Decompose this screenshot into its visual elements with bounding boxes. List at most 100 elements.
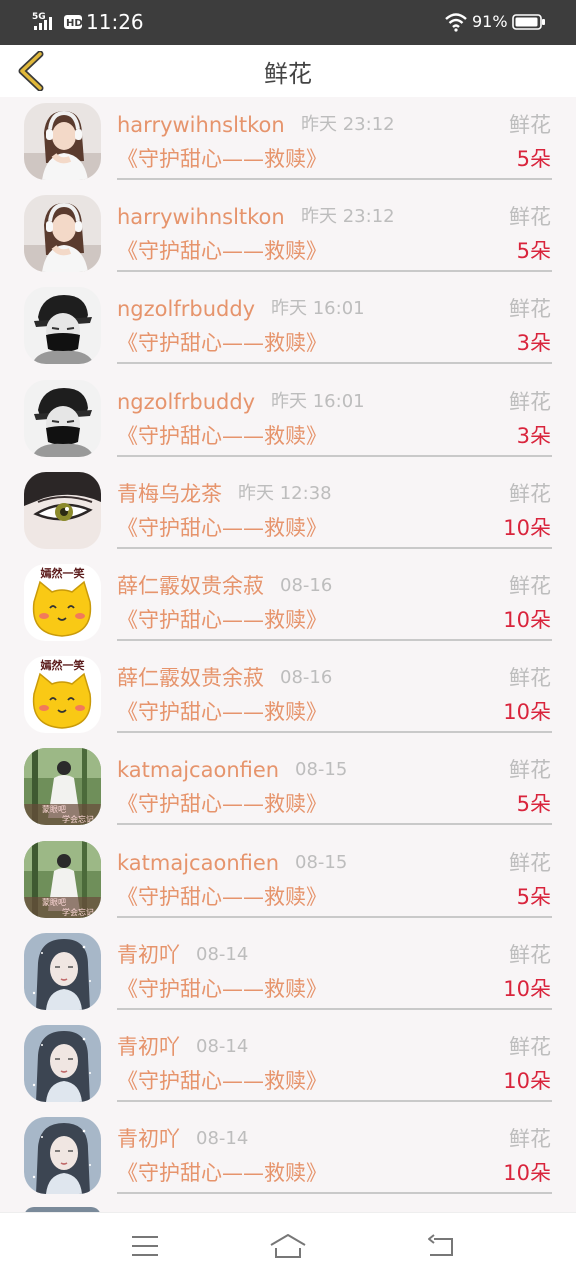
avatar[interactable] <box>24 103 101 180</box>
book-title-link[interactable]: 《守护甜心——救赎》 <box>117 790 327 818</box>
gift-quantity: 10朵 <box>503 700 551 724</box>
gift-type: 鲜花 <box>509 574 551 598</box>
gift-type: 鲜花 <box>509 666 551 690</box>
list-item[interactable]: ngzolfrbuddy 昨天 16:01 鲜花《守护甜心——救赎》 3朵 <box>0 281 576 373</box>
gift-quantity: 10朵 <box>503 977 551 1001</box>
battery-icon <box>512 14 545 30</box>
username[interactable]: 薛仁霰奴贵余菽 <box>117 572 264 600</box>
list-item[interactable]: 青初吖 08-14 鲜花 《守护甜心——救赎》 10朵 <box>0 1111 576 1203</box>
avatar[interactable] <box>24 195 101 272</box>
timestamp: 08-15 <box>295 852 348 873</box>
avatar[interactable]: 蒙眼吧 学会忘记 <box>24 841 101 918</box>
book-title-link[interactable]: 《守护甜心——救赎》 <box>117 883 327 911</box>
list-item[interactable]: 青初吖 08-14 鲜花 《守护甜心——救赎》 10朵 <box>0 1019 576 1111</box>
gift-quantity: 5朵 <box>516 885 551 909</box>
username[interactable]: 薛仁霰奴贵余菽 <box>117 664 264 692</box>
avatar[interactable]: 嫣然一笑 <box>24 564 101 641</box>
username[interactable]: ngzolfrbuddy <box>117 295 255 323</box>
book-title-link[interactable]: 《守护甜心——救赎》 <box>117 514 327 542</box>
book-title-link[interactable]: 《守护甜心——救赎》 <box>117 698 327 726</box>
gift-type: 鲜花 <box>509 297 551 321</box>
list-item[interactable]: harrywihnsltkon 昨天 23:12 鲜花《守护甜心——救赎》 5朵 <box>0 189 576 281</box>
avatar[interactable] <box>24 287 101 364</box>
svg-text:学会忘记: 学会忘记 <box>62 814 94 824</box>
gift-type: 鲜花 <box>509 390 551 414</box>
avatar[interactable] <box>24 1025 101 1102</box>
divider <box>117 1100 552 1102</box>
divider <box>117 823 552 825</box>
avatar[interactable]: 嫣然一笑 <box>24 656 101 733</box>
list-item[interactable]: 蒙眼吧 学会忘记 katmajcaonfien 08-15 鲜花《守护甜心——救赎》 5… <box>0 742 576 834</box>
timestamp: 昨天 16:01 <box>271 391 365 412</box>
divider <box>117 731 552 733</box>
list-item[interactable]: 嫣然一笑 薛仁霰奴贵余菽 08-16 鲜花 《守护甜心——救赎》 10朵 <box>0 650 576 742</box>
gift-type: 鲜花 <box>509 113 551 137</box>
svg-text:蒙眼吧: 蒙眼吧 <box>42 804 66 814</box>
book-title-link[interactable]: 《守护甜心——救赎》 <box>117 237 327 265</box>
svg-text:嫣然一笑: 嫣然一笑 <box>40 658 85 672</box>
book-title-link[interactable]: 《守护甜心——救赎》 <box>117 422 327 450</box>
gift-quantity: 5朵 <box>516 792 551 816</box>
svg-text:嫣然一笑: 嫣然一笑 <box>40 566 85 580</box>
list-item[interactable]: harrywihnsltkon 昨天 23:12 鲜花《守护甜心——救赎》 5朵 <box>0 97 576 189</box>
list-item[interactable]: 青初吖 08-14 鲜花 《守护甜心——救赎》 10朵 <box>0 927 576 1019</box>
timestamp: 08-16 <box>280 575 333 596</box>
list-item[interactable]: 嫣然一笑 薛仁霰奴贵余菽 08-16 鲜花 《守护甜心——救赎》 10朵 <box>0 558 576 650</box>
timestamp: 昨天 16:01 <box>271 298 365 319</box>
system-nav-bar <box>0 1212 576 1281</box>
return-icon[interactable] <box>420 1231 460 1261</box>
gift-quantity: 3朵 <box>516 424 551 448</box>
gift-quantity: 5朵 <box>516 239 551 263</box>
username[interactable]: harrywihnsltkon <box>117 111 285 139</box>
wifi-icon <box>445 13 467 32</box>
avatar[interactable] <box>24 380 101 457</box>
book-title-link[interactable]: 《守护甜心——救赎》 <box>117 329 327 357</box>
avatar[interactable] <box>24 472 101 549</box>
divider <box>117 916 552 918</box>
timestamp: 08-14 <box>196 944 249 965</box>
username[interactable]: 青初吖 <box>117 1125 180 1153</box>
gift-type: 鲜花 <box>509 758 551 782</box>
menu-icon[interactable] <box>124 1231 164 1261</box>
avatar[interactable] <box>24 1117 101 1194</box>
divider <box>117 547 552 549</box>
svg-text:5G: 5G <box>32 12 46 22</box>
list-item[interactable]: ngzolfrbuddy 昨天 16:01 鲜花《守护甜心——救赎》 3朵 <box>0 374 576 466</box>
username[interactable]: katmajcaonfien <box>117 849 279 877</box>
svg-text:学会忘记: 学会忘记 <box>62 907 94 917</box>
book-title-link[interactable]: 《守护甜心——救赎》 <box>117 606 327 634</box>
gift-type: 鲜花 <box>509 205 551 229</box>
username[interactable]: harrywihnsltkon <box>117 203 285 231</box>
username[interactable]: ngzolfrbuddy <box>117 388 255 416</box>
timestamp: 昨天 23:12 <box>301 114 395 135</box>
signal-icon: 5G HD <box>32 12 83 30</box>
divider <box>117 178 552 180</box>
gift-quantity: 10朵 <box>503 1069 551 1093</box>
page-title: 鲜花 <box>264 60 312 88</box>
book-title-link[interactable]: 《守护甜心——救赎》 <box>117 1159 327 1187</box>
gift-quantity: 3朵 <box>516 331 551 355</box>
status-bar: 5G HD 11:26 91% <box>0 0 576 45</box>
avatar[interactable]: 蒙眼吧 学会忘记 <box>24 748 101 825</box>
book-title-link[interactable]: 《守护甜心——救赎》 <box>117 975 327 1003</box>
divider <box>117 362 552 364</box>
book-title-link[interactable]: 《守护甜心——救赎》 <box>117 1067 327 1095</box>
timestamp: 昨天 23:12 <box>301 206 395 227</box>
home-icon[interactable] <box>268 1231 308 1261</box>
divider <box>117 1192 552 1194</box>
username[interactable]: 青初吖 <box>117 1033 180 1061</box>
gift-type: 鲜花 <box>509 851 551 875</box>
gift-quantity: 10朵 <box>503 1161 551 1185</box>
page-header: 鲜花 <box>0 45 576 97</box>
list-item[interactable]: 蒙眼吧 学会忘记 katmajcaonfien 08-15 鲜花《守护甜心——救赎》 5… <box>0 835 576 927</box>
divider <box>117 639 552 641</box>
gift-quantity: 5朵 <box>516 147 551 171</box>
username[interactable]: 青梅乌龙茶 <box>117 480 222 508</box>
list-item[interactable]: 青梅乌龙茶 昨天 12:38 鲜花 《守护甜心——救赎》 10朵 <box>0 466 576 558</box>
gift-type: 鲜花 <box>509 1127 551 1151</box>
username[interactable]: 青初吖 <box>117 941 180 969</box>
book-title-link[interactable]: 《守护甜心——救赎》 <box>117 145 327 173</box>
timestamp: 08-15 <box>295 759 348 780</box>
avatar[interactable] <box>24 933 101 1010</box>
username[interactable]: katmajcaonfien <box>117 756 279 784</box>
